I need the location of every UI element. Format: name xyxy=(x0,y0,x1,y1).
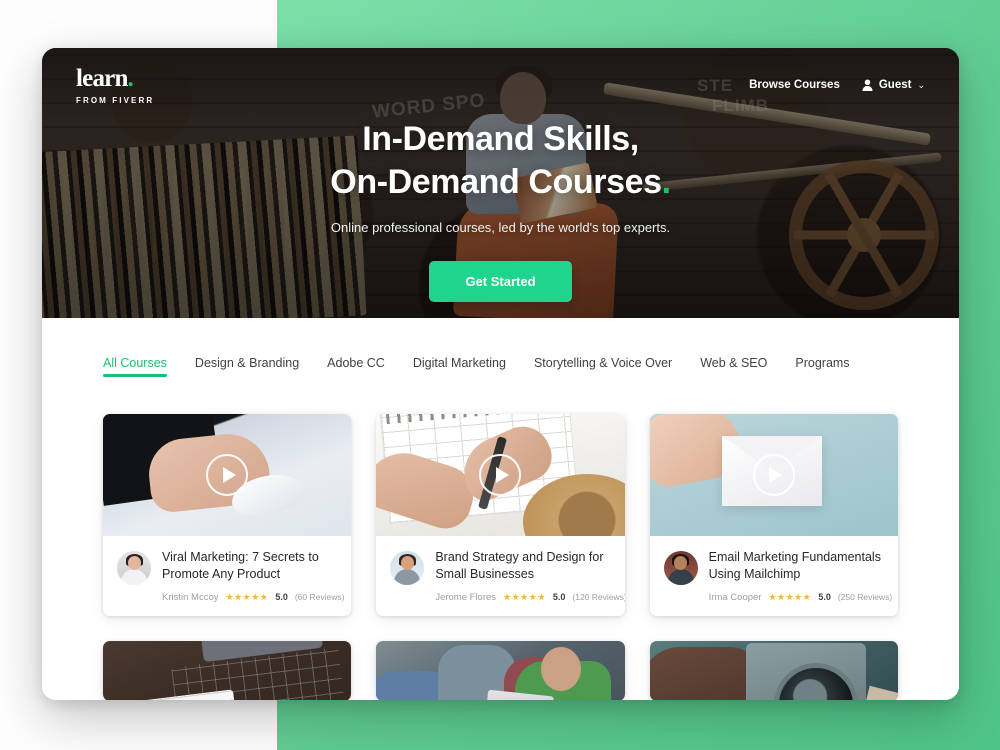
course-title: Viral Marketing: 7 Secrets to Promote An… xyxy=(162,550,319,582)
hero-content: In-Demand Skills, On-Demand Courses. Onl… xyxy=(42,118,959,302)
chevron-down-icon: ⌄ xyxy=(917,79,925,90)
course-thumbnail[interactable] xyxy=(376,414,625,536)
course-title: Brand Strategy and Design for Small Busi… xyxy=(435,550,604,582)
hero-subtitle: Online professional courses, led by the … xyxy=(330,219,671,235)
thumbnail-image-students xyxy=(376,640,625,700)
course-thumbnail[interactable] xyxy=(376,640,625,700)
course-meta: Viral Marketing: 7 Secrets to Promote An… xyxy=(162,549,344,603)
star-rating-icon: ★★★★★ xyxy=(768,591,812,602)
hero-title-line-2: On-Demand Courses xyxy=(330,162,662,201)
course-thumbnail[interactable] xyxy=(103,414,352,536)
person-head-shape xyxy=(540,646,581,691)
tab-all-courses[interactable]: All Courses xyxy=(103,356,167,377)
logo-dot: . xyxy=(127,65,134,92)
course-thumbnail[interactable] xyxy=(649,414,898,536)
tab-programs[interactable]: Programs xyxy=(795,356,849,377)
course-card[interactable] xyxy=(376,640,625,700)
course-card[interactable] xyxy=(649,640,898,700)
avatar xyxy=(390,551,425,585)
avatar-body xyxy=(667,569,694,585)
course-thumbnail[interactable] xyxy=(103,640,352,700)
user-menu[interactable]: Guest ⌄ xyxy=(862,79,925,91)
course-meta: Email Marketing Fundamentals Using Mailc… xyxy=(708,549,893,603)
person-icon xyxy=(862,79,873,91)
course-grid-row-2 xyxy=(103,640,898,700)
rating-score: 5.0 xyxy=(275,592,288,602)
review-count: (120 Reviews) xyxy=(572,592,625,602)
course-card[interactable]: Brand Strategy and Design for Small Busi… xyxy=(376,414,625,616)
avatar-head xyxy=(400,556,414,570)
course-thumbnail[interactable] xyxy=(649,640,898,700)
logo-subtitle: FROM FIVERR xyxy=(76,96,155,105)
course-rating-row: Kristin Mccoy ★★★★★ 5.0 (60 Reviews) xyxy=(162,591,344,603)
top-navigation-bar: learn. FROM FIVERR Browse Courses Guest … xyxy=(42,48,959,122)
avatar xyxy=(117,551,151,585)
tab-adobe-cc[interactable]: Adobe CC xyxy=(327,356,385,377)
nav-right-group: Browse Courses Guest ⌄ xyxy=(749,79,925,91)
star-rating-icon: ★★★★★ xyxy=(225,591,269,602)
hero-title-line-2-wrap: On-Demand Courses. xyxy=(42,161,959,204)
main-content: All Courses Design & Branding Adobe CC D… xyxy=(42,318,959,700)
get-started-button[interactable]: Get Started xyxy=(429,260,572,302)
course-card[interactable]: Email Marketing Fundamentals Using Mailc… xyxy=(649,414,898,616)
thumbnail-image-camera xyxy=(649,640,898,700)
rating-score: 5.0 xyxy=(552,592,566,602)
person-shape xyxy=(649,646,760,700)
course-meta: Brand Strategy and Design for Small Busi… xyxy=(435,549,624,603)
hero-title: In-Demand Skills, On-Demand Courses. xyxy=(42,118,959,204)
hero-title-accent-dot: . xyxy=(661,162,671,201)
course-card-body: Viral Marketing: 7 Secrets to Promote An… xyxy=(103,536,351,616)
tab-digital-marketing[interactable]: Digital Marketing xyxy=(413,356,506,377)
tab-web-seo[interactable]: Web & SEO xyxy=(700,356,767,377)
course-card[interactable]: Viral Marketing: 7 Secrets to Promote An… xyxy=(103,414,352,616)
course-title: Email Marketing Fundamentals Using Mailc… xyxy=(708,550,881,582)
hero-title-line-1: In-Demand Skills, xyxy=(362,120,639,158)
rating-score: 5.0 xyxy=(818,592,831,602)
course-rating-row: Jerome Flores ★★★★★ 5.0 (120 Reviews) xyxy=(435,591,624,603)
thumbnail-image-keyboard xyxy=(103,640,352,700)
avatar-head xyxy=(127,556,141,570)
tab-design-branding[interactable]: Design & Branding xyxy=(195,356,299,377)
category-tabs: All Courses Design & Branding Adobe CC D… xyxy=(103,318,898,414)
site-logo[interactable]: learn. FROM FIVERR xyxy=(76,65,154,105)
play-icon[interactable] xyxy=(752,454,795,496)
tab-storytelling-voice-over[interactable]: Storytelling & Voice Over xyxy=(534,356,672,377)
hero-section: WORD SPO STE FLIMB learn. FROM FIVERR Br… xyxy=(42,48,959,318)
play-icon[interactable] xyxy=(206,454,249,496)
avatar xyxy=(663,551,698,585)
course-author: Jerome Flores xyxy=(435,591,497,603)
course-grid-row-1: Viral Marketing: 7 Secrets to Promote An… xyxy=(103,414,898,616)
course-card-body: Email Marketing Fundamentals Using Mailc… xyxy=(650,536,898,616)
logo-wordmark: learn xyxy=(76,65,128,92)
review-count: (250 Reviews) xyxy=(837,592,893,602)
review-count: (60 Reviews) xyxy=(294,592,345,602)
user-menu-label: Guest xyxy=(878,79,912,91)
course-card-body: Brand Strategy and Design for Small Busi… xyxy=(376,536,625,616)
course-card[interactable] xyxy=(103,640,352,700)
course-rating-row: Irma Cooper ★★★★★ 5.0 (250 Reviews) xyxy=(708,591,893,603)
course-author: Irma Cooper xyxy=(708,591,762,603)
course-author: Kristin Mccoy xyxy=(162,591,219,603)
browse-courses-link[interactable]: Browse Courses xyxy=(749,79,840,91)
browser-window: WORD SPO STE FLIMB learn. FROM FIVERR Br… xyxy=(42,48,959,700)
star-rating-icon: ★★★★★ xyxy=(503,591,546,602)
